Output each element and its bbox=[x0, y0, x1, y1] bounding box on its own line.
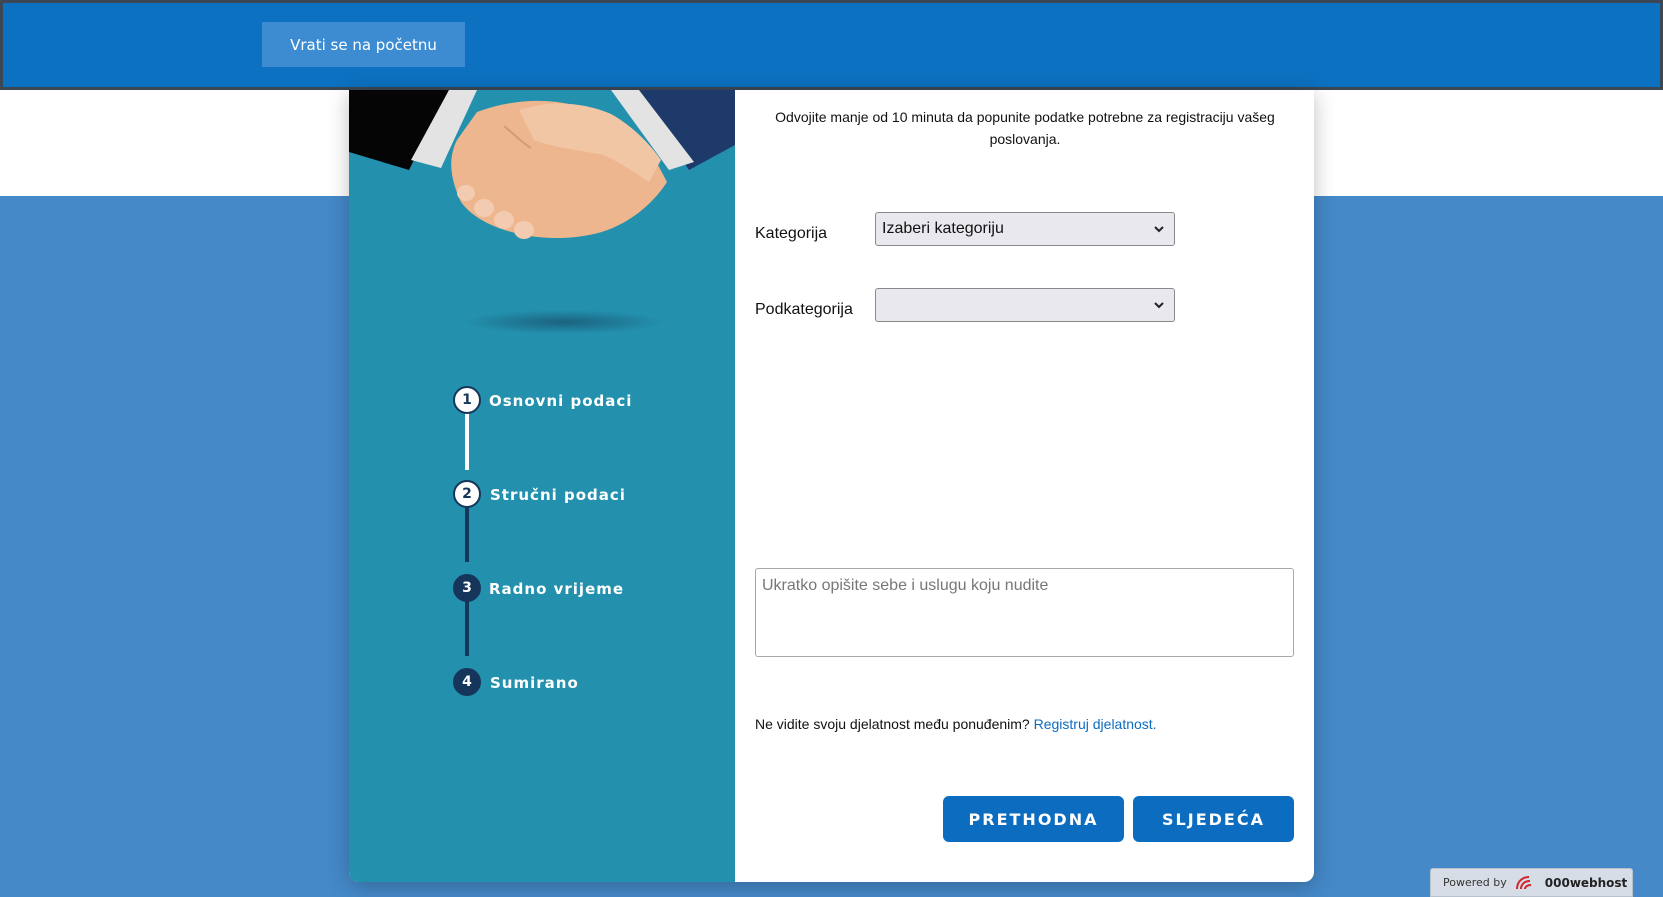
step-2-number: 2 bbox=[453, 480, 481, 508]
category-select-value: Izaberi kategoriju bbox=[882, 220, 1004, 237]
back-to-home-button[interactable]: Vrati se na početnu bbox=[262, 22, 465, 67]
step-1-label: Osnovni podaci bbox=[489, 392, 633, 410]
step-4-number: 4 bbox=[453, 668, 481, 696]
step-3-label: Radno vrijeme bbox=[489, 580, 625, 598]
powered-by-badge[interactable]: Powered by 000webhost bbox=[1430, 868, 1633, 897]
category-label: Kategorija bbox=[755, 225, 828, 242]
register-activity-line: Ne vidite svoju djelatnost među ponuđeni… bbox=[755, 716, 1157, 732]
next-button[interactable]: SLJEDEĆA bbox=[1133, 796, 1294, 842]
illustration-shadow bbox=[464, 310, 664, 334]
handshake-illustration bbox=[349, 90, 735, 239]
webhost-logo-icon bbox=[1515, 875, 1531, 889]
register-prompt: Ne vidite svoju djelatnost među ponuđeni… bbox=[755, 716, 1030, 732]
subcategory-label: Podkategorija bbox=[755, 301, 853, 318]
previous-button[interactable]: PRETHODNA bbox=[943, 796, 1124, 842]
registration-card: 1 Osnovni podaci 2 Stručni podaci 3 Radn… bbox=[349, 90, 1314, 882]
chevron-down-icon bbox=[1154, 302, 1164, 309]
webhost-brand: 000webhost bbox=[1544, 875, 1628, 890]
step-3-number: 3 bbox=[453, 574, 481, 602]
intro-text: Odvojite manje od 10 minuta da popunite … bbox=[775, 109, 1275, 147]
step-4-label: Sumirano bbox=[490, 674, 579, 692]
step-2-label: Stručni podaci bbox=[490, 486, 626, 504]
subcategory-select[interactable] bbox=[875, 288, 1175, 322]
category-select[interactable]: Izaberi kategoriju bbox=[875, 212, 1175, 246]
chevron-down-icon bbox=[1154, 226, 1164, 233]
progress-sidebar: 1 Osnovni podaci 2 Stručni podaci 3 Radn… bbox=[349, 90, 735, 882]
step-1-number: 1 bbox=[453, 386, 481, 414]
register-activity-link[interactable]: Registruj djelatnost. bbox=[1034, 716, 1157, 732]
description-textarea[interactable]: Ukratko opišite sebe i uslugu koju nudit… bbox=[755, 568, 1294, 657]
form-panel: Odvojite manje od 10 minuta da popunite … bbox=[735, 90, 1314, 882]
powered-by-text: Powered by bbox=[1443, 876, 1507, 889]
top-header: Vrati se na početnu bbox=[0, 0, 1663, 90]
